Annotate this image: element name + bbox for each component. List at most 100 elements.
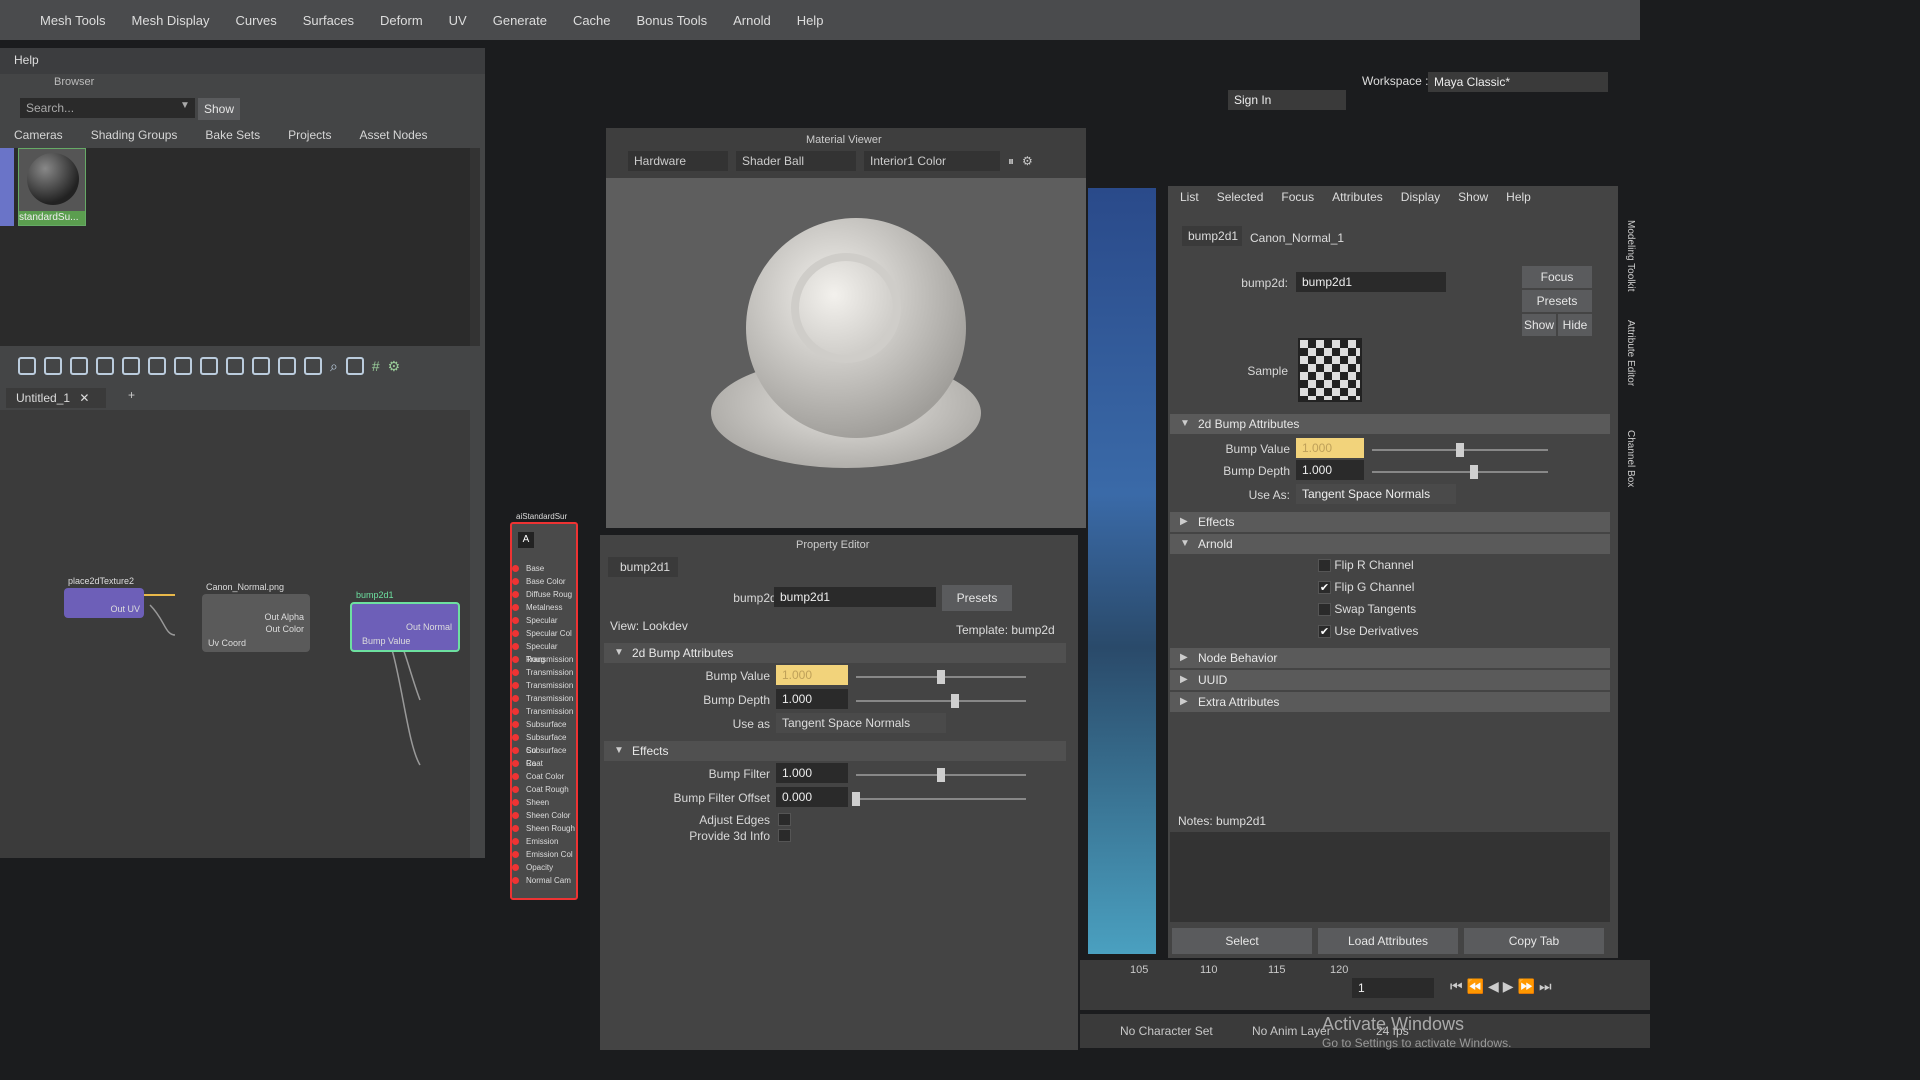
node-attribute[interactable]: Subsurface Co [512,731,578,755]
menu-item-mesh-display[interactable]: Mesh Display [132,13,210,28]
geometry-select[interactable]: Shader Ball [736,151,856,171]
node-port[interactable]: Uv Coord [208,638,246,648]
ae-menu-help[interactable]: Help [1506,190,1531,210]
anim-layer[interactable]: No Anim Layer [1252,1024,1331,1038]
swap-checkbox[interactable] [1318,603,1331,617]
section-arnold[interactable]: ▼ Arnold [1170,534,1610,554]
ae-menu-attributes[interactable]: Attributes [1332,190,1383,210]
graph-tab[interactable]: Untitled_1 ✕ [6,388,106,408]
graph-icon[interactable] [70,357,88,375]
node-attribute[interactable]: Subsurface [512,718,578,731]
copy-tab-button[interactable]: Copy Tab [1464,928,1604,954]
menu-item-bonus-tools[interactable]: Bonus Tools [637,13,708,28]
side-tab-attribute[interactable]: Attribute Editor [1616,320,1636,410]
node-attribute[interactable]: Transmission [512,666,578,679]
flip-r-checkbox[interactable] [1318,559,1331,573]
graph-icon[interactable] [44,357,62,375]
slider-handle[interactable] [852,792,860,806]
workspace-select[interactable]: Maya Classic* [1428,72,1608,92]
node-attribute[interactable]: Sheen Color [512,809,578,822]
ae-menu-focus[interactable]: Focus [1281,190,1314,210]
menu-item-generate[interactable]: Generate [493,13,547,28]
tab-asset-nodes[interactable]: Asset Nodes [345,124,441,146]
chevron-down-icon[interactable]: ▼ [180,100,190,111]
material-swatch[interactable]: standardSu... [18,148,86,226]
bump-filter-offset-field[interactable]: 0.000 [776,787,848,807]
tab-bake-sets[interactable]: Bake Sets [191,124,274,146]
node-attribute[interactable]: Specular Col [512,627,578,640]
node-attribute[interactable]: Transmission [512,679,578,692]
menu-item-uv[interactable]: UV [449,13,467,28]
node-attribute[interactable]: Sheen [512,796,578,809]
ae-menu-display[interactable]: Display [1401,190,1440,210]
node-attribute[interactable]: Coat [512,757,578,770]
list-icon[interactable] [252,357,270,375]
bump-filter-offset-slider[interactable] [852,792,1026,806]
node-port[interactable]: Out Normal [406,622,452,632]
presets-button[interactable]: Presets [1522,290,1592,312]
node-attribute[interactable]: Sheen Rough [512,822,578,835]
pause-icon[interactable]: ⏸ [1008,154,1014,169]
node-attribute[interactable]: Specular [512,614,578,627]
frame-icon[interactable] [96,357,114,375]
section-uuid[interactable]: ▶ UUID [1170,670,1610,690]
viewport[interactable] [1088,188,1156,954]
node-port[interactable]: Out Color [265,624,304,634]
flip-g-row[interactable]: ✔ Flip G Channel [1318,580,1414,595]
node-port[interactable]: Out UV [110,604,140,614]
node-attribute[interactable]: Emission [512,835,578,848]
tab-shading-groups[interactable]: Shading Groups [77,124,192,146]
bump-depth-slider[interactable] [1372,465,1548,479]
bump-node[interactable]: bump2d1 Out Normal Bump Value [350,590,460,652]
search-input[interactable]: Search... [20,98,195,118]
renderer-select[interactable]: Hardware [628,151,728,171]
bump-value-field[interactable]: 1.000 [1296,438,1364,458]
use-as-select[interactable]: Tangent Space Normals [1296,484,1456,504]
notes-field[interactable] [1170,832,1610,922]
arrow-icon[interactable] [174,357,192,375]
add-tab-button[interactable]: + [128,388,135,402]
presets-button[interactable]: Presets [942,585,1012,611]
menu-item-deform[interactable]: Deform [380,13,423,28]
adjust-edges-checkbox[interactable] [778,813,791,826]
node-tab[interactable]: Canon_Normal_1 [1250,228,1360,248]
node-attribute[interactable]: Transmission [512,653,578,666]
bump-depth-field[interactable]: 1.000 [1296,460,1364,480]
slider-handle[interactable] [1456,443,1464,457]
bump-depth-slider[interactable] [856,694,1026,708]
bump-value-slider[interactable] [1372,443,1548,457]
side-tab-channel[interactable]: Channel Box [1616,430,1636,510]
list-icon[interactable] [304,357,322,375]
section-effects[interactable]: ▶ Effects [1170,512,1610,532]
grid-icon[interactable] [345,357,364,375]
list-icon[interactable] [278,357,296,375]
load-attributes-button[interactable]: Load Attributes [1318,928,1458,954]
slider-handle[interactable] [937,670,945,684]
focus-button[interactable]: Focus [1522,266,1592,288]
section-bump[interactable]: ▼ 2d Bump Attributes [1170,414,1610,434]
provide-3d-checkbox[interactable] [778,829,791,842]
show-button[interactable]: Show [198,98,240,120]
hide-button[interactable]: Hide [1558,314,1592,336]
character-set[interactable]: No Character Set [1120,1024,1213,1038]
ae-menu-show[interactable]: Show [1458,190,1488,210]
menu-item-arnold[interactable]: Arnold [733,13,771,28]
bump-value-slider[interactable] [856,670,1026,684]
swatch-partial[interactable] [0,148,14,226]
use-deriv-row[interactable]: ✔ Use Derivatives [1318,624,1418,639]
node-attribute[interactable]: Metalness [512,601,578,614]
slider-handle[interactable] [937,768,945,782]
menu-item-mesh-tools[interactable]: Mesh Tools [40,13,106,28]
search-icon[interactable]: ⌕ [330,358,338,375]
current-frame-field[interactable]: 1 [1352,978,1434,998]
bump-filter-slider[interactable] [856,768,1026,782]
list-icon[interactable] [226,357,244,375]
slider-handle[interactable] [950,694,959,708]
node-attribute[interactable]: Specular Roug [512,640,578,664]
node-name-field[interactable]: bump2d1 [774,587,936,607]
node-attribute[interactable]: Subsurface Ra [512,744,578,768]
section-extra[interactable]: ▶ Extra Attributes [1170,692,1610,712]
connect-icon[interactable] [200,357,218,375]
node-port[interactable]: Out Alpha [264,612,304,622]
close-icon[interactable]: ✕ [79,391,89,405]
